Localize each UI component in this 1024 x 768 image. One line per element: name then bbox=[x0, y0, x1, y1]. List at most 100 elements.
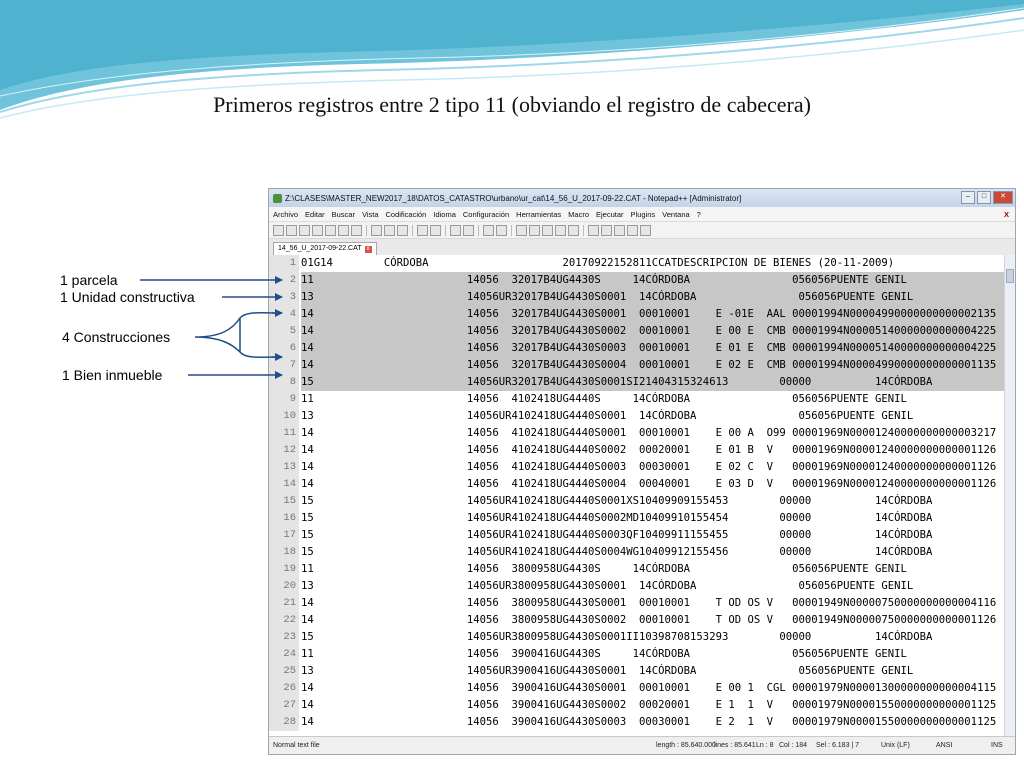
run-macro-multiple-icon[interactable] bbox=[627, 224, 638, 236]
line-number: 5 bbox=[269, 323, 299, 340]
editor-line[interactable]: 14 14 14056 4102418UG4440S0004 00040001 E… bbox=[269, 476, 1015, 493]
menu-codificacion[interactable]: Codificación bbox=[386, 210, 427, 219]
menu-archivo[interactable]: Archivo bbox=[273, 210, 298, 219]
line-number: 25 bbox=[269, 663, 299, 680]
menu-herramientas[interactable]: Herramientas bbox=[516, 210, 561, 219]
copy-icon[interactable] bbox=[384, 224, 395, 236]
editor-line[interactable]: 9 11 14056 4102418UG4440S 14CÓRDOBA 05605… bbox=[269, 391, 1015, 408]
close-button[interactable]: ✕ bbox=[993, 191, 1013, 204]
status-ln: Ln : 8 bbox=[756, 742, 774, 749]
editor-line[interactable]: 22 14 14056 3800958UG4430S0002 00010001 T… bbox=[269, 612, 1015, 629]
menu-help[interactable]: ? bbox=[697, 210, 701, 219]
toolbar-separator bbox=[478, 224, 479, 236]
play-macro-icon[interactable] bbox=[614, 224, 625, 236]
line-number: 7 bbox=[269, 357, 299, 374]
editor-line[interactable]: 1 01G14 CÓRDOBA 20170922152811CCATDESCRIP… bbox=[269, 255, 1015, 272]
line-text: 11 14056 3900416UG4430S 14CÓRDOBA 056056… bbox=[301, 648, 907, 660]
editor-line[interactable]: 2 11 14056 32017B4UG4430S 14CÓRDOBA 05605… bbox=[269, 272, 1015, 289]
line-text: 14 14056 4102418UG4440S0002 00020001 E 0… bbox=[301, 444, 997, 456]
sync-horizontal-icon[interactable] bbox=[529, 224, 540, 236]
menu-ventana[interactable]: Ventana bbox=[662, 210, 690, 219]
close-all-icon[interactable] bbox=[338, 224, 349, 236]
menu-configuracion[interactable]: Configuración bbox=[463, 210, 509, 219]
redo-icon[interactable] bbox=[430, 224, 441, 236]
close-file-icon[interactable] bbox=[325, 224, 336, 236]
tab-document[interactable]: 14_56_U_2017-09-22.CAT x bbox=[273, 242, 377, 255]
editor-line[interactable]: 23 15 14056UR3800958UG4430S0001II10398708… bbox=[269, 629, 1015, 646]
menu-plugins[interactable]: Plugins bbox=[631, 210, 656, 219]
line-text: 14 14056 4102418UG4440S0003 00030001 E 0… bbox=[301, 461, 997, 473]
line-number: 23 bbox=[269, 629, 299, 646]
toolbar-separator bbox=[412, 224, 413, 236]
editor-line[interactable]: 8 15 14056UR32017B4UG4430S0001SI214043153… bbox=[269, 374, 1015, 391]
editor-line[interactable]: 26 14 14056 3900416UG4430S0001 00010001 E… bbox=[269, 680, 1015, 697]
editor-line[interactable]: 12 14 14056 4102418UG4440S0002 00020001 E… bbox=[269, 442, 1015, 459]
editor-line[interactable]: 10 13 14056UR4102418UG4440S0001 14CÓRDOBA… bbox=[269, 408, 1015, 425]
sync-vertical-icon[interactable] bbox=[516, 224, 527, 236]
editor-line[interactable]: 6 14 14056 32017B4UG4430S0003 00010001 E … bbox=[269, 340, 1015, 357]
replace-icon[interactable] bbox=[463, 224, 474, 236]
editor-line[interactable]: 4 14 14056 32017B4UG4430S0001 00010001 E … bbox=[269, 306, 1015, 323]
editor-line[interactable]: 18 15 14056UR4102418UG4440S0004WG10409912… bbox=[269, 544, 1015, 561]
print-icon[interactable] bbox=[351, 224, 362, 236]
line-text: 13 14056UR32017B4UG4430S0001 14CÓRDOBA 0… bbox=[301, 289, 1005, 306]
line-number: 4 bbox=[269, 306, 299, 323]
editor-line[interactable]: 7 14 14056 32017B4UG4430S0004 00010001 E … bbox=[269, 357, 1015, 374]
close-document-button[interactable]: X bbox=[1004, 210, 1009, 219]
line-number: 10 bbox=[269, 408, 299, 425]
menu-editar[interactable]: Editar bbox=[305, 210, 325, 219]
menu-macro[interactable]: Macro bbox=[568, 210, 589, 219]
editor-line[interactable]: 20 13 14056UR3800958UG4430S0001 14CÓRDOBA… bbox=[269, 578, 1015, 595]
zoom-out-icon[interactable] bbox=[496, 224, 507, 236]
save-macro-icon[interactable] bbox=[640, 224, 651, 236]
editor-line[interactable]: 11 14 14056 4102418UG4440S0001 00010001 E… bbox=[269, 425, 1015, 442]
status-col: Col : 184 bbox=[779, 742, 808, 749]
editor-line[interactable]: 3 13 14056UR32017B4UG4430S0001 14CÓRDOBA … bbox=[269, 289, 1015, 306]
find-icon[interactable] bbox=[450, 224, 461, 236]
word-wrap-icon[interactable] bbox=[542, 224, 553, 236]
menu-vista[interactable]: Vista bbox=[362, 210, 379, 219]
minimize-button[interactable]: – bbox=[961, 191, 975, 204]
editor-line[interactable]: 17 15 14056UR4102418UG4440S0003QF10409911… bbox=[269, 527, 1015, 544]
stop-macro-icon[interactable] bbox=[601, 224, 612, 236]
status-lines: lines : 85.641 bbox=[714, 742, 756, 749]
status-sel: Sel : 6.183 | 7 bbox=[816, 742, 860, 749]
editor-line[interactable]: 19 11 14056 3800958UG4430S 14CÓRDOBA 0560… bbox=[269, 561, 1015, 578]
menu-idioma[interactable]: Idioma bbox=[433, 210, 456, 219]
zoom-in-icon[interactable] bbox=[483, 224, 494, 236]
editor-line[interactable]: 24 11 14056 3900416UG4430S 14CÓRDOBA 0560… bbox=[269, 646, 1015, 663]
editor-line[interactable]: 28 14 14056 3900416UG4430S0003 00030001 E… bbox=[269, 714, 1015, 731]
cut-icon[interactable] bbox=[371, 224, 382, 236]
editor-line[interactable]: 5 14 14056 32017B4UG4430S0002 00010001 E … bbox=[269, 323, 1015, 340]
paste-icon[interactable] bbox=[397, 224, 408, 236]
maximize-icon: □ bbox=[981, 193, 987, 200]
toolbar-separator bbox=[366, 224, 367, 236]
line-text: 13 14056UR4102418UG4440S0001 14CÓRDOBA 0… bbox=[301, 410, 914, 422]
editor-line[interactable]: 21 14 14056 3800958UG4430S0001 00010001 T… bbox=[269, 595, 1015, 612]
editor-line[interactable]: 16 15 14056UR4102418UG4440S0002MD10409910… bbox=[269, 510, 1015, 527]
menu-ejecutar[interactable]: Ejecutar bbox=[596, 210, 624, 219]
save-all-icon[interactable] bbox=[312, 224, 323, 236]
editor-line[interactable]: 27 14 14056 3900416UG4430S0002 00020001 E… bbox=[269, 697, 1015, 714]
menu-buscar[interactable]: Buscar bbox=[332, 210, 355, 219]
scrollbar-thumb[interactable] bbox=[1006, 269, 1014, 283]
open-file-icon[interactable] bbox=[286, 224, 297, 236]
new-file-icon[interactable] bbox=[273, 224, 284, 236]
editor-line[interactable]: 15 15 14056UR4102418UG4440S0001XS10409909… bbox=[269, 493, 1015, 510]
toolbar-separator bbox=[511, 224, 512, 236]
editor-line[interactable]: 25 13 14056UR3900416UG4430S0001 14CÓRDOBA… bbox=[269, 663, 1015, 680]
line-text: 11 14056 4102418UG4440S 14CÓRDOBA 056056… bbox=[301, 393, 907, 405]
editor-area[interactable]: 1 01G14 CÓRDOBA 20170922152811CCATDESCRIP… bbox=[269, 255, 1015, 737]
save-icon[interactable] bbox=[299, 224, 310, 236]
maximize-button[interactable]: □ bbox=[977, 191, 991, 204]
editor-line[interactable]: 13 14 14056 4102418UG4440S0003 00030001 E… bbox=[269, 459, 1015, 476]
record-macro-icon[interactable] bbox=[588, 224, 599, 236]
vertical-scrollbar[interactable] bbox=[1004, 255, 1015, 737]
tab-close-icon[interactable]: x bbox=[364, 245, 372, 253]
show-all-chars-icon[interactable] bbox=[555, 224, 566, 236]
line-text: 14 14056 4102418UG4440S0001 00010001 E 0… bbox=[301, 427, 997, 439]
line-number: 26 bbox=[269, 680, 299, 697]
indent-guide-icon[interactable] bbox=[568, 224, 579, 236]
line-text: 14 14056 4102418UG4440S0004 00040001 E 0… bbox=[301, 478, 997, 490]
undo-icon[interactable] bbox=[417, 224, 428, 236]
